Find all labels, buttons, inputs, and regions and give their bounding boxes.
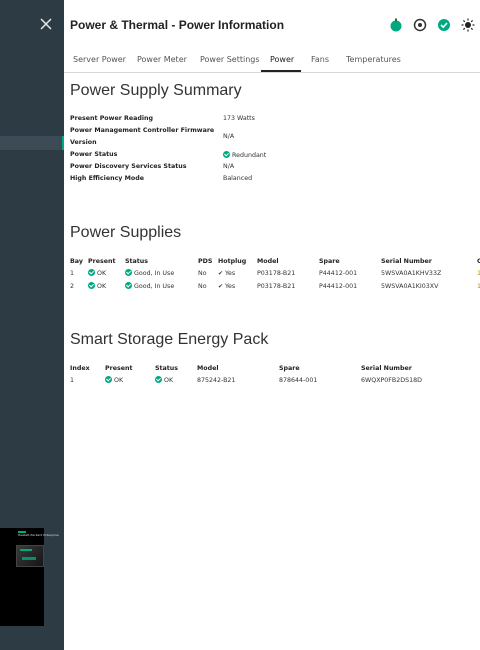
column-header: Present (105, 365, 133, 372)
cell-present: OK (88, 269, 106, 277)
summary-label: Present Power Reading (70, 115, 154, 122)
cell-serial: 5WSVA0A1KHV33Z (381, 270, 442, 277)
column-header: Serial Number (381, 258, 432, 265)
active-tab-indicator (261, 70, 301, 72)
ok-status-icon (105, 376, 112, 383)
cell-spare: 878644-001 (279, 377, 318, 384)
summary-value: N/A (223, 163, 235, 170)
cell-model: P03178-B21 (257, 270, 296, 277)
navigation-sidebar: Hewlett Packard Enterprise (0, 0, 64, 650)
sidebar-selected-item[interactable] (0, 136, 62, 150)
summary-value: 173 Watts (223, 115, 255, 122)
tab-power-meter[interactable]: Power Meter (137, 55, 187, 64)
page-header: Power & Thermal - Power Information (64, 0, 480, 50)
server-thumbnail[interactable]: Hewlett Packard Enterprise (0, 528, 59, 626)
ok-icon[interactable] (437, 18, 451, 32)
cell-serial: 5WSVA0A1KI03XV (381, 283, 439, 290)
check-icon: ✔ (218, 270, 224, 277)
cell-pds: No (198, 270, 207, 277)
cell-hotplug: ✔ Yes (218, 270, 236, 277)
tab-power[interactable]: Power (270, 55, 294, 64)
column-header: Hotplug (218, 258, 247, 265)
tab-temperatures[interactable]: Temperatures (346, 55, 401, 64)
column-header: PDS (198, 258, 213, 265)
cell-hotplug: ✔ Yes (218, 283, 236, 290)
column-header: Present (88, 258, 116, 265)
check-icon: ✔ (218, 283, 224, 290)
column-header: Status (125, 258, 149, 265)
sun-icon[interactable] (461, 18, 475, 32)
supplies-title: Power Supplies (70, 224, 182, 241)
health-icon[interactable] (389, 18, 403, 32)
column-header: Index (70, 365, 90, 372)
tab-fans[interactable]: Fans (311, 55, 329, 64)
summary-value: Balanced (223, 175, 253, 182)
thumbnail-brand: Hewlett Packard Enterprise (18, 533, 59, 537)
cell-model: P03178-B21 (257, 283, 296, 290)
tab-server-power[interactable]: Server Power (73, 55, 126, 64)
summary-value: N/A (223, 133, 235, 140)
server-image (16, 545, 44, 567)
sidebar-selection-indicator (62, 136, 64, 150)
ok-status-icon (88, 282, 95, 289)
cell-spare: P44412-001 (319, 270, 358, 277)
column-header: Model (197, 365, 219, 372)
cell-status: OK (155, 376, 173, 384)
cell-model: 875242-B21 (197, 377, 236, 384)
ok-status-icon (155, 376, 162, 383)
cell-spare: P44412-001 (319, 283, 358, 290)
summary-label: Power Management Controller Firmware (70, 127, 215, 134)
cell-pds: No (198, 283, 207, 290)
summary-label-continued: Version (70, 139, 97, 146)
cell-status: Good, In Use (125, 282, 174, 290)
close-icon[interactable] (38, 16, 54, 32)
cell-index: 1 (70, 377, 75, 384)
summary-label: Power Status (70, 151, 118, 158)
summary-value: Redundant (223, 151, 266, 159)
ok-status-icon (125, 269, 132, 276)
tab-power-settings[interactable]: Power Settings (200, 55, 260, 64)
summary-title: Power Supply Summary (70, 82, 242, 99)
tab-bar: Server Power Power Meter Power Settings … (64, 50, 480, 73)
energy-title: Smart Storage Energy Pack (70, 331, 269, 348)
column-header: Spare (319, 258, 340, 265)
uid-icon[interactable] (413, 18, 427, 32)
cell-serial: 6WQXP0FB2DS18D (361, 377, 422, 384)
cell-bay: 2 (70, 283, 75, 290)
cell-bay: 1 (70, 270, 75, 277)
column-header: Model (257, 258, 279, 265)
summary-label: Power Discovery Services Status (70, 163, 187, 170)
column-header: Bay (70, 258, 83, 265)
cell-present: OK (105, 376, 123, 384)
cell-present: OK (88, 282, 106, 290)
column-header: Serial Number (361, 365, 412, 372)
ok-status-icon (88, 269, 95, 276)
column-header: Spare (279, 365, 300, 372)
summary-label: High Efficiency Mode (70, 175, 144, 182)
ok-status-icon (223, 151, 230, 158)
column-header: Status (155, 365, 179, 372)
ok-status-icon (125, 282, 132, 289)
cell-status: Good, In Use (125, 269, 174, 277)
page-title: Power & Thermal - Power Information (70, 18, 285, 32)
